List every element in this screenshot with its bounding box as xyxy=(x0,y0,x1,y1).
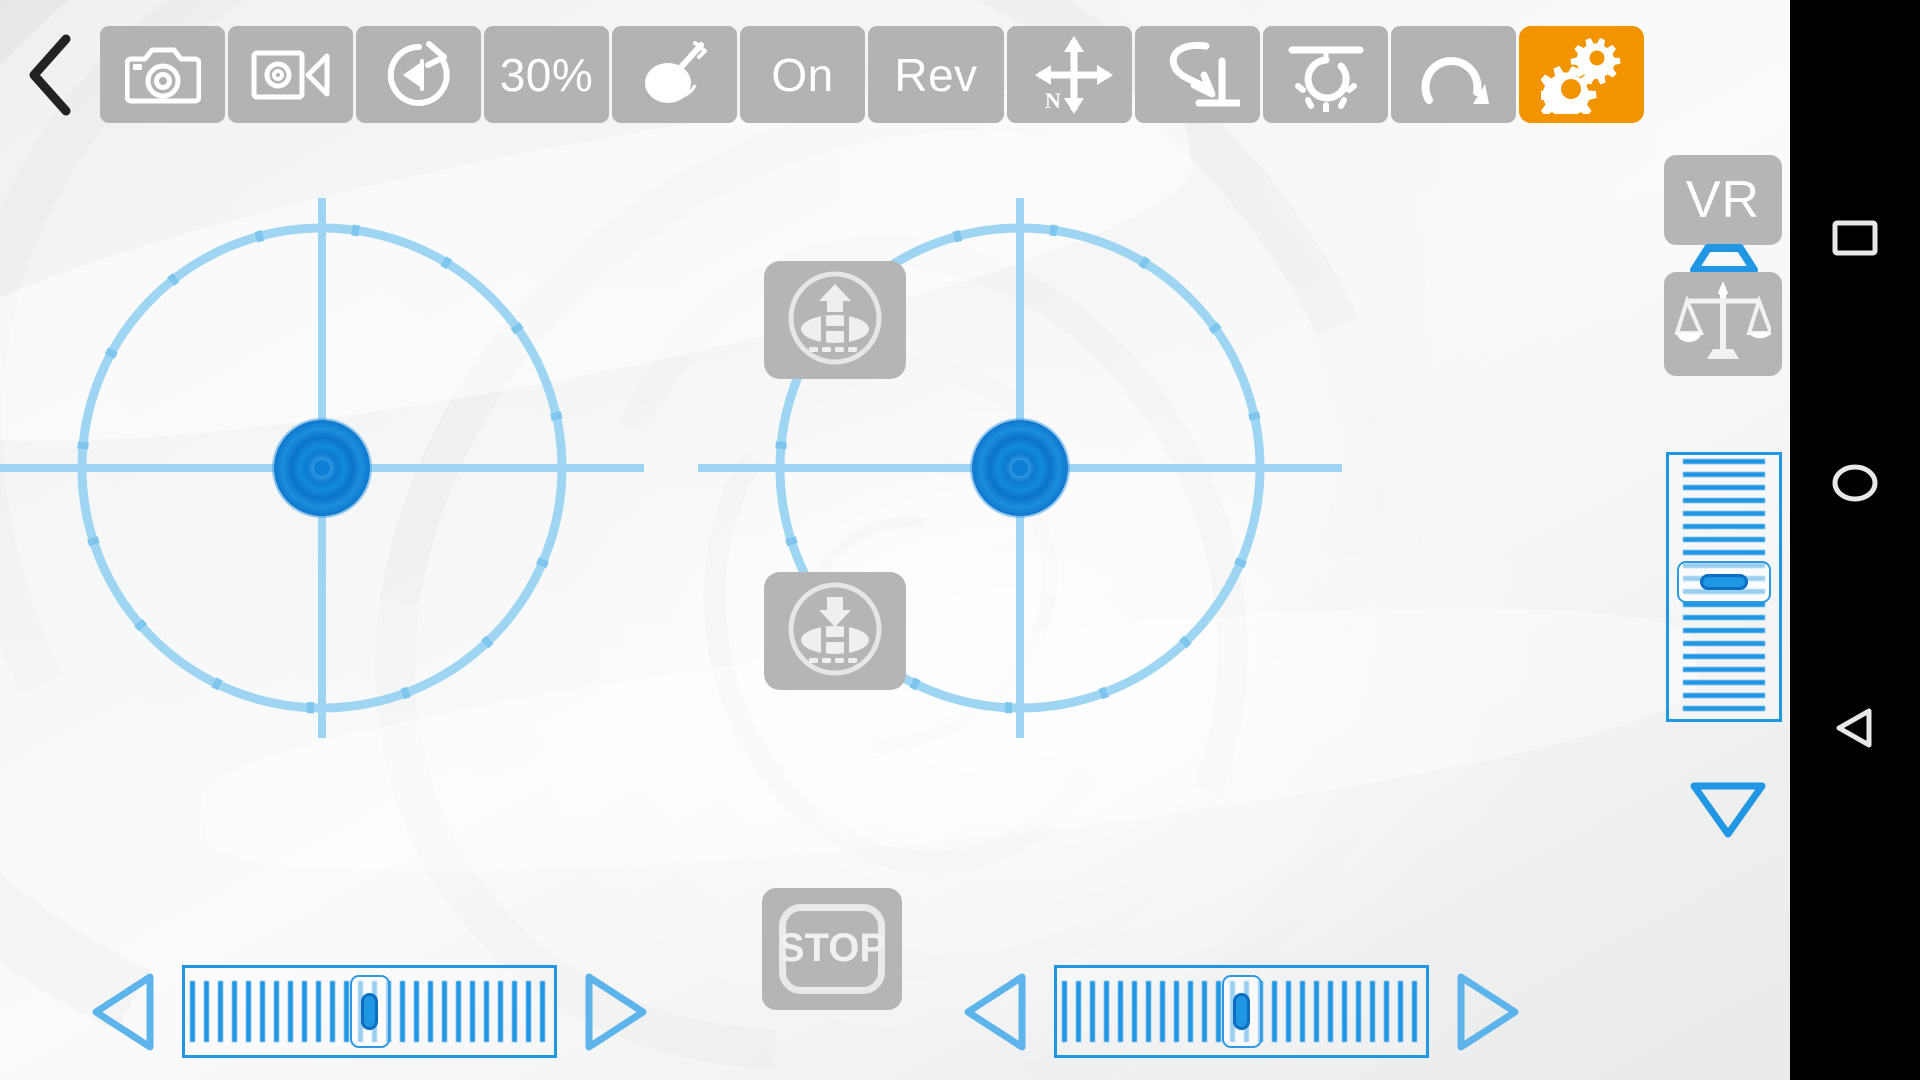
left-joystick[interactable] xyxy=(0,198,644,738)
joystick-knob[interactable] xyxy=(972,420,1068,516)
camera-icon xyxy=(124,43,201,107)
toolbar-label-speed: 30% xyxy=(499,48,594,101)
svg-text:N: N xyxy=(1045,88,1061,113)
right-trim-handle-dot xyxy=(1233,992,1250,1031)
one-key-turn-icon xyxy=(1156,37,1240,113)
right-trim-handle[interactable] xyxy=(1221,975,1262,1048)
gyro-calibrate-icon xyxy=(635,39,715,111)
home-circle-icon xyxy=(1831,463,1879,508)
vertical-trim-handle[interactable] xyxy=(1677,561,1771,603)
toolbar-button-settings[interactable] xyxy=(1519,26,1644,123)
land-button[interactable] xyxy=(764,572,906,690)
controller-screen: 30% On Rev N STOP VR xyxy=(0,0,1790,1080)
right-trim-group xyxy=(960,965,1523,1058)
toolbar-button-photo[interactable] xyxy=(100,26,225,123)
gears-icon xyxy=(1540,36,1623,114)
trim-down-button[interactable] xyxy=(1688,738,1766,838)
stop-button-label: STOP xyxy=(777,926,887,971)
toolbar-button-playback[interactable] xyxy=(356,26,481,123)
back-button[interactable] xyxy=(0,0,100,150)
toolbar-button-one-key-turn[interactable] xyxy=(1135,26,1260,123)
left-trim-increase-button[interactable] xyxy=(581,971,651,1053)
nav-recent-apps-button[interactable] xyxy=(1790,185,1920,295)
drone-takeoff-icon xyxy=(781,268,889,373)
toolbar-button-video[interactable] xyxy=(228,26,353,123)
right-trim-slider[interactable] xyxy=(1054,965,1429,1058)
toolbar-button-speed[interactable]: 30% xyxy=(484,26,609,123)
joystick-knob[interactable] xyxy=(274,420,370,516)
balance-button[interactable] xyxy=(1664,272,1782,376)
right-side-panel: VR xyxy=(1660,0,1790,1080)
recent-apps-icon xyxy=(1832,220,1878,261)
top-toolbar: 30% On Rev N xyxy=(0,0,1790,150)
android-navigation-bar xyxy=(1790,0,1920,1080)
stop-button[interactable]: STOP xyxy=(762,888,902,1010)
nav-back-button[interactable] xyxy=(1790,675,1920,785)
chevron-left-icon xyxy=(24,33,76,117)
toolbar-button-headless[interactable]: On xyxy=(740,26,865,123)
app-root: 30% On Rev N STOP VR xyxy=(0,0,1920,1080)
toolbar-button-gyro[interactable] xyxy=(612,26,737,123)
drone-land-icon xyxy=(781,579,889,684)
vertical-trim-handle-dot xyxy=(1699,574,1749,590)
vertical-trim-slider[interactable] xyxy=(1666,452,1782,722)
vr-button-label: VR xyxy=(1685,171,1761,229)
video-camera-icon xyxy=(251,46,331,104)
vr-button[interactable]: VR xyxy=(1664,155,1782,245)
toolbar-label-reverse: Rev xyxy=(894,48,978,101)
toolbar-button-reverse[interactable]: Rev xyxy=(868,26,1004,123)
toolbar-button-return[interactable] xyxy=(1391,26,1516,123)
left-trim-handle-dot xyxy=(361,992,378,1031)
lamp-light-icon xyxy=(1284,38,1368,112)
takeoff-button[interactable] xyxy=(764,261,906,379)
toolbar-button-compass[interactable]: N xyxy=(1007,26,1132,123)
nav-home-button[interactable] xyxy=(1790,430,1920,540)
back-triangle-icon xyxy=(1833,706,1877,755)
toolbar-label-headless: On xyxy=(771,48,834,101)
toolbar-button-light[interactable] xyxy=(1263,26,1388,123)
left-trim-handle[interactable] xyxy=(349,975,390,1048)
right-trim-increase-button[interactable] xyxy=(1453,971,1523,1053)
left-trim-group xyxy=(88,965,651,1058)
balance-scale-icon xyxy=(1674,279,1774,370)
left-trim-decrease-button[interactable] xyxy=(88,971,158,1053)
stop-button-frame: STOP xyxy=(777,903,887,995)
rotate-replay-icon xyxy=(383,39,455,111)
left-trim-slider[interactable] xyxy=(182,965,557,1058)
toolbar-button-strip: 30% On Rev N xyxy=(100,26,1644,123)
right-trim-decrease-button[interactable] xyxy=(960,971,1030,1053)
compass-move-icon: N xyxy=(1027,34,1113,116)
return-home-icon xyxy=(1415,42,1493,108)
